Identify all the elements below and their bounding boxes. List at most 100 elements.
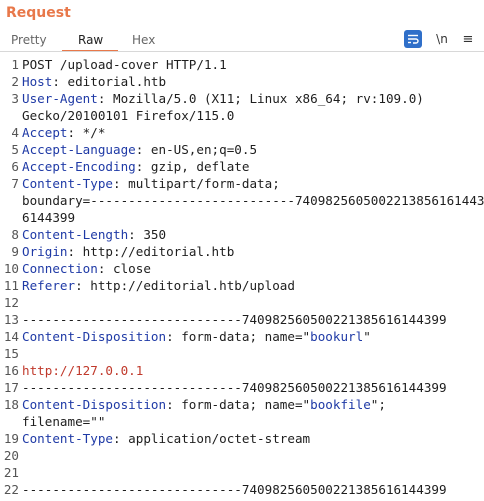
text-segment: -----------------------------74098256050… (22, 380, 447, 395)
line-text: User-Agent: Mozilla/5.0 (X11; Linux x86_… (22, 90, 424, 107)
text-segment: : form-data; name=" (166, 397, 311, 412)
request-line: 1 POST /upload-cover HTTP/1.1 (0, 56, 484, 73)
text-segment: : en-US,en;q=0.5 (135, 142, 258, 157)
line-number: 5 (11, 142, 19, 157)
text-segment: -----------------------------74098256050… (22, 482, 447, 497)
line-number: 17 (3, 380, 19, 395)
line-text: Content-Type: application/octet-stream (22, 430, 310, 447)
text-segment: : editorial.htb (52, 74, 167, 89)
header-name: Content-Disposition (22, 397, 167, 412)
tab-hex[interactable]: Hex (132, 33, 155, 47)
text-segment: "; (370, 397, 386, 412)
request-line: 11 Referer: http://editorial.htb/upload (0, 277, 484, 294)
request-line: 8 Content-Length: 350 (0, 226, 484, 243)
menu-icon[interactable]: ≡ (460, 30, 476, 48)
text-segment: : */* (67, 125, 106, 140)
header-name: Content-Length (22, 227, 129, 242)
request-line: Gecko/20100101 Firefox/115.0 (0, 107, 484, 124)
body-value: http://127.0.0.1 (22, 363, 144, 378)
request-line: 13 -----------------------------740982560… (0, 311, 484, 328)
text-segment: : Mozilla/5.0 (X11; Linux x86_64; rv:109… (97, 91, 424, 106)
show-newlines-button[interactable]: \n (434, 30, 450, 48)
wrap-lines-icon (408, 34, 419, 44)
header-name: Host (22, 74, 53, 89)
line-text: POST /upload-cover HTTP/1.1 (22, 56, 227, 73)
line-text: -----------------------------74098256050… (22, 481, 447, 498)
request-line: 6 Accept-Encoding: gzip, deflate (0, 158, 484, 175)
request-line: 18 Content-Disposition: form-data; name="… (0, 396, 484, 413)
line-number: 6 (11, 159, 19, 174)
raw-request-editor[interactable]: 1 POST /upload-cover HTTP/1.1 2 Host: edito… (0, 56, 484, 501)
line-number: 8 (11, 227, 19, 242)
request-line: 9 Origin: http://editorial.htb (0, 243, 484, 260)
tab-divider (0, 51, 484, 52)
line-text: 6144399 (22, 209, 75, 226)
header-name: Accept-Encoding (22, 159, 136, 174)
line-number: 22 (3, 482, 19, 497)
request-line: 19 Content-Type: application/octet-stream (0, 430, 484, 447)
line-number: 1 (11, 57, 19, 72)
text-segment: : 350 (128, 227, 167, 242)
tab-raw[interactable]: Raw (78, 33, 103, 47)
header-name: Content-Type (22, 431, 113, 446)
line-text: http://127.0.0.1 (22, 362, 143, 379)
line-number: 2 (11, 74, 19, 89)
line-number: 21 (3, 465, 19, 480)
text-segment: : close (97, 261, 151, 276)
panel-title: Request (6, 5, 71, 21)
line-text: Accept-Encoding: gzip, deflate (22, 158, 249, 175)
line-text: Connection: close (22, 260, 151, 277)
request-line: 22 -----------------------------740982560… (0, 481, 484, 498)
line-number: 11 (3, 278, 19, 293)
line-text: Content-Length: 350 (22, 226, 166, 243)
line-number: 9 (11, 244, 19, 259)
request-line: 21 (0, 464, 484, 481)
line-text: Origin: http://editorial.htb (22, 243, 234, 260)
line-number: 15 (3, 346, 19, 361)
request-line: 4 Accept: */* (0, 124, 484, 141)
request-line: 20 (0, 447, 484, 464)
header-name: User-Agent (22, 91, 98, 106)
line-number: 10 (3, 261, 19, 276)
request-line: 7 Content-Type: multipart/form-data; (0, 175, 484, 192)
line-number: 13 (3, 312, 19, 327)
text-segment: 6144399 (22, 210, 76, 225)
request-line: 15 (0, 345, 484, 362)
line-number: 4 (11, 125, 19, 140)
text-segment: : multipart/form-data; (113, 176, 280, 191)
line-text: Content-Disposition: form-data; name="bo… (22, 328, 371, 345)
header-name: bookfile (310, 397, 371, 412)
header-name: Accept (22, 125, 68, 140)
tab-pretty[interactable]: Pretty (11, 33, 47, 47)
line-text: -----------------------------74098256050… (22, 379, 447, 396)
line-text: Content-Type: multipart/form-data; (22, 175, 280, 192)
text-segment: Gecko/20100101 Firefox/115.0 (22, 108, 235, 123)
line-number: 12 (3, 295, 19, 310)
line-number: 7 (11, 176, 19, 191)
request-line: 14 Content-Disposition: form-data; name="… (0, 328, 484, 345)
header-name: Connection (22, 261, 98, 276)
header-name: Content-Disposition (22, 329, 167, 344)
header-name: Accept-Language (22, 142, 136, 157)
request-line: 6144399 (0, 209, 484, 226)
text-segment: : gzip, deflate (135, 159, 250, 174)
request-line: 5 Accept-Language: en-US,en;q=0.5 (0, 141, 484, 158)
line-text: -----------------------------74098256050… (22, 311, 447, 328)
line-number: 14 (3, 329, 19, 344)
request-line: filename="" (0, 413, 484, 430)
line-text: boundary=---------------------------7409… (22, 192, 484, 209)
request-line: boundary=---------------------------7409… (0, 192, 484, 209)
line-number: 16 (3, 363, 19, 378)
text-segment: filename="" (22, 414, 106, 429)
header-name: Referer (22, 278, 76, 293)
text-segment: : http://editorial.htb/upload (75, 278, 295, 293)
text-segment: POST /upload-cover HTTP/1.1 (22, 57, 227, 72)
line-text: Accept: */* (22, 124, 105, 141)
word-wrap-toggle-button[interactable] (404, 30, 422, 48)
text-segment: : application/octet-stream (113, 431, 311, 446)
request-line: 3 User-Agent: Mozilla/5.0 (X11; Linux x86… (0, 90, 484, 107)
line-text: Content-Disposition: form-data; name="bo… (22, 396, 386, 413)
header-name: bookurl (310, 329, 364, 344)
text-segment: : form-data; name=" (166, 329, 311, 344)
text-segment: boundary=---------------------------7409… (22, 193, 484, 208)
